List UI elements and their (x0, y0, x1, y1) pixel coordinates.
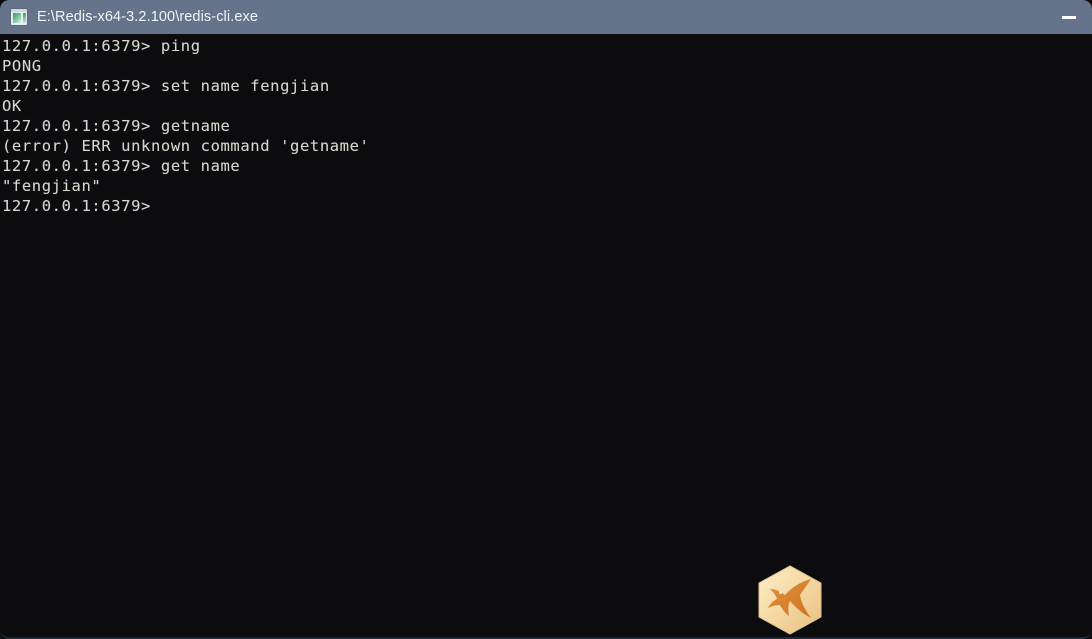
minimize-icon (1062, 15, 1076, 19)
window-title-bar[interactable]: E:\Redis-x64-3.2.100\redis-cli.exe (0, 0, 1092, 34)
hexagon-hummingbird-logo (755, 564, 825, 636)
console-window-icon (11, 9, 27, 25)
window-title-text: E:\Redis-x64-3.2.100\redis-cli.exe (37, 9, 258, 25)
window-controls (1046, 0, 1092, 34)
minimize-button[interactable] (1046, 0, 1092, 34)
icon-side-area (23, 13, 26, 23)
terminal-output-area[interactable]: 127.0.0.1:6379> ping PONG 127.0.0.1:6379… (0, 34, 1092, 639)
terminal-text: 127.0.0.1:6379> ping PONG 127.0.0.1:6379… (2, 37, 370, 215)
icon-screen-area (13, 13, 21, 23)
icon-title-strip (11, 9, 27, 12)
console-window: E:\Redis-x64-3.2.100\redis-cli.exe 127.0… (0, 0, 1092, 639)
